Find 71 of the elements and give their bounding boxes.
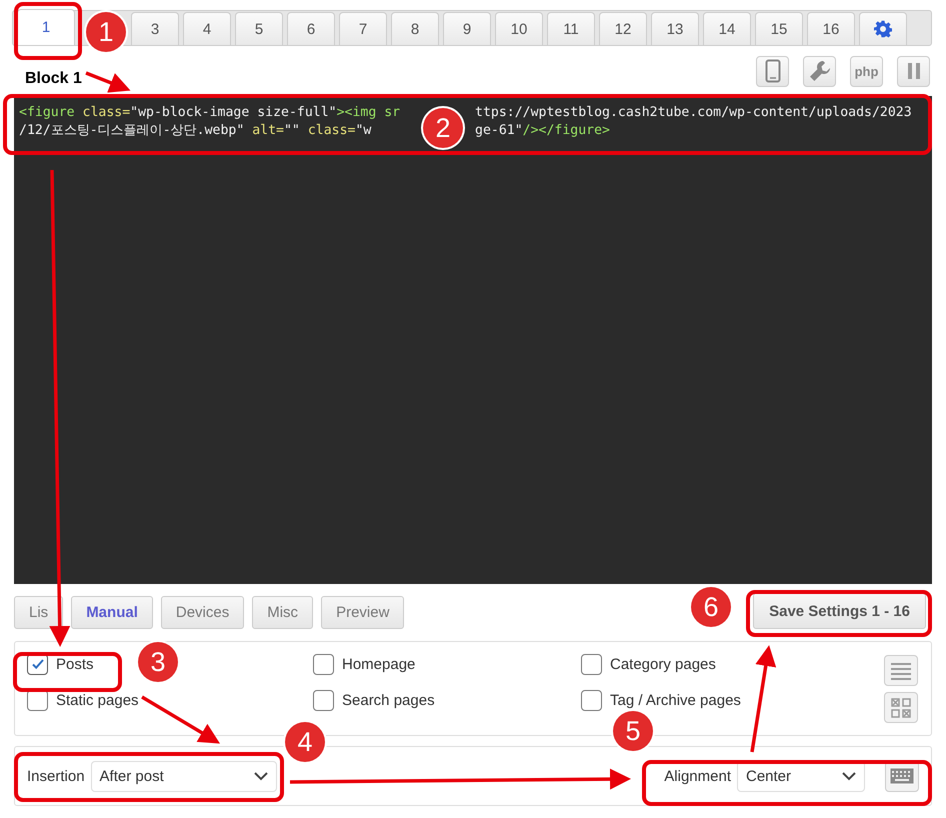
checkbox-label: Static pages [56,692,139,708]
checkbox-label: Category pages [610,656,716,672]
tab[interactable]: 14 [703,12,751,45]
grid-button[interactable] [884,692,918,723]
tab[interactable]: 7 [339,12,387,45]
code-text: ttps://wptestblog.cash2tube.com/wp-content/uploads/2023 [475,104,912,122]
tab[interactable]: 6 [287,12,335,45]
tab[interactable]: 13 [651,12,699,45]
tab[interactable]: 16 [807,12,855,45]
tab[interactable]: 8 [391,12,439,45]
grid-icon [891,698,911,718]
checkbox[interactable] [581,654,602,674]
tab[interactable]: 5 [235,12,283,45]
pause-button[interactable] [897,56,930,86]
checkbox-label: Search pages [342,692,435,708]
block-title: Block 1 [25,70,82,88]
insertion-select[interactable]: After post [90,760,277,792]
settings-icon [874,20,892,38]
step-number: 6 [691,587,731,627]
checkbox-label: Posts [56,656,94,672]
code-text: "" [284,123,301,138]
mode-tab[interactable]: Devices [160,596,244,629]
check-icon [30,657,44,671]
wrench-button[interactable] [803,56,836,86]
alignment-label: Alignment [664,768,731,784]
tablet-icon [764,59,780,83]
wrench-icon [808,59,832,83]
tablet-button[interactable] [756,56,789,86]
tab[interactable]: 11 [547,12,595,45]
code-text: /12/포스팅-디스플레이-상단.webp" [19,123,246,138]
code-text: class= [82,105,130,120]
tab[interactable]: 12 [599,12,647,45]
code-text: class= [308,123,356,138]
list-button[interactable] [884,655,918,686]
code-text: alt= [252,123,284,138]
tab[interactable]: 3 [131,12,179,45]
code-text: /></figure> [522,122,610,140]
step-number: 2 [423,108,463,148]
tab[interactable]: 15 [755,12,803,45]
checkbox[interactable] [581,690,602,710]
save-settings-button[interactable]: Save Settings 1 - 16 [753,593,926,629]
step-number: 1 [86,12,126,52]
arrow [85,71,130,93]
mode-tab[interactable]: Lis [14,596,64,629]
tab[interactable]: 10 [495,12,543,45]
code-text: "wp-block-image size-full" [130,105,337,120]
mode-tab[interactable]: Preview [321,596,404,629]
code-text: ><img sr [336,105,400,120]
chevron-down-icon [254,772,268,780]
mode-tab[interactable]: Manual [71,596,153,629]
pause-icon [906,63,920,79]
chevron-down-icon [842,772,856,780]
highlight-box [14,2,82,60]
checkbox-label: Homepage [342,656,416,672]
mode-tab[interactable]: Misc [252,596,314,629]
step-number: 4 [285,722,325,762]
checkbox-label: Tag / Archive pages [610,692,741,708]
keyboard-icon [890,768,914,784]
code-text: <figure [19,105,76,120]
step-number: 3 [138,642,178,682]
insertion-label: Insertion [27,768,85,784]
code-text: ge-61" [475,122,523,140]
checkbox[interactable] [313,654,334,674]
list-icon [890,662,912,680]
code-text: "w [355,123,372,138]
step-number: 5 [613,711,653,751]
checkbox[interactable] [313,690,334,710]
tab[interactable]: 4 [183,12,231,45]
tab[interactable]: 9 [443,12,491,45]
settings-tab[interactable] [859,12,907,45]
tab[interactable]: 1 [17,9,75,45]
